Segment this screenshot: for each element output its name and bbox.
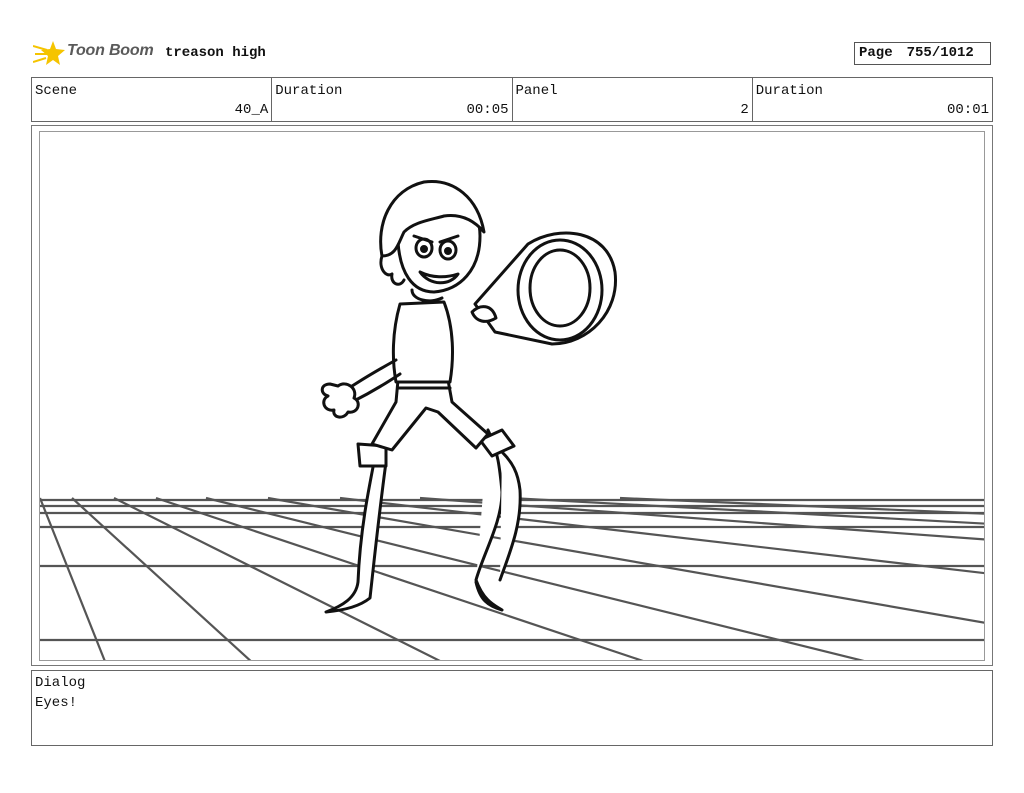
character-drawing xyxy=(320,180,617,614)
toon-boom-star-icon xyxy=(33,41,65,65)
panel-label: Panel xyxy=(515,83,558,99)
page-label: Page xyxy=(859,45,893,61)
scene-duration-value: 00:05 xyxy=(466,102,509,118)
panel-duration-cell: Duration 00:01 xyxy=(753,78,992,121)
logo-text: Toon Boom xyxy=(67,42,154,59)
dialog-label: Dialog xyxy=(35,675,86,691)
storyboard-panel-canvas xyxy=(39,131,985,661)
panel-duration-label: Duration xyxy=(755,83,823,99)
project-title: treason high xyxy=(165,45,266,61)
page-number: 755/1012 xyxy=(906,45,974,61)
scene-cell: Scene 40_A xyxy=(32,78,273,121)
toon-boom-logo: Toon Boom xyxy=(33,38,158,68)
scene-label: Scene xyxy=(35,83,78,99)
panel-cell: Panel 2 xyxy=(513,78,753,121)
scene-value: 40_A xyxy=(234,102,269,118)
dialog-box: Dialog Eyes! xyxy=(31,670,993,746)
scene-duration-label: Duration xyxy=(275,83,343,99)
scene-duration-cell: Duration 00:05 xyxy=(272,78,513,121)
storyboard-panel-frame xyxy=(31,125,993,666)
dialog-text: Eyes! xyxy=(35,695,78,711)
panel-duration-value: 00:01 xyxy=(946,102,989,118)
panel-drawing xyxy=(40,180,984,660)
page-indicator: Page 755/1012 xyxy=(854,42,991,65)
panel-info-row: Scene 40_A Duration 00:05 Panel 2 Durati… xyxy=(31,77,993,122)
panel-value: 2 xyxy=(740,102,749,118)
